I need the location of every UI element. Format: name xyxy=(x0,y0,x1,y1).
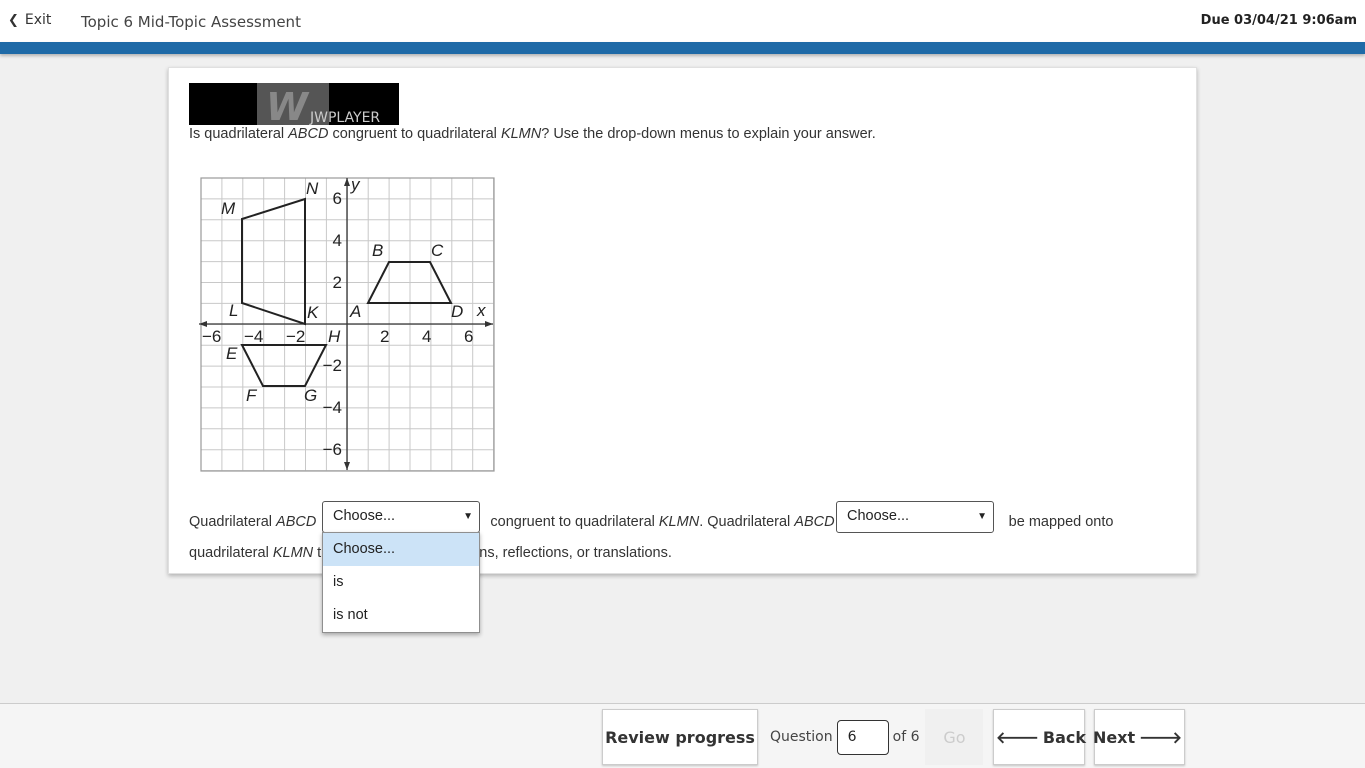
due-date: Due 03/04/21 9:06am xyxy=(1200,13,1357,28)
answer-text: congruent to quadrilateral xyxy=(490,514,659,530)
y-axis-label: y xyxy=(350,176,361,194)
back-label: Back xyxy=(1042,727,1087,747)
page-title: Topic 6 Mid-Topic Assessment xyxy=(81,13,301,31)
select-value: Choose... xyxy=(847,508,910,524)
vertex-label-l: L xyxy=(229,301,238,320)
question-label: Question xyxy=(770,729,833,745)
bottom-nav-bar: Review progress Question 6 of 6 Go 🡐 Bac… xyxy=(0,703,1365,768)
y-tick-label: 6 xyxy=(333,189,342,208)
x-axis-label: x xyxy=(476,301,486,320)
y-tick-label: 2 xyxy=(333,273,342,292)
vertex-label-f: F xyxy=(246,386,258,405)
back-button[interactable]: 🡐 Back xyxy=(993,709,1087,765)
answer-text: be mapped onto xyxy=(1008,514,1114,530)
answer-text: . Quadrilateral xyxy=(699,514,795,530)
vertex-labels: M N L K A B C D E F G xyxy=(221,179,463,405)
question-number-value: 6 xyxy=(847,728,857,745)
x-tick-label: 6 xyxy=(464,327,473,346)
question-total-label: of 6 xyxy=(892,729,920,745)
go-label: Go xyxy=(943,727,966,747)
dropdown-option-is-not[interactable]: is not xyxy=(323,599,479,632)
x-tick-label: −4 xyxy=(244,327,263,346)
review-progress-label: Review progress xyxy=(605,727,755,747)
vertex-label-e: E xyxy=(226,344,238,363)
coordinate-graph: −6 −4 −2 2 4 6 6 4 2 −2 −4 −6 x y H M N … xyxy=(199,176,495,472)
question-shape-klmn: KLMN xyxy=(500,126,542,142)
answer-shape: ABCD xyxy=(794,514,835,530)
review-progress-button[interactable]: Review progress xyxy=(602,709,758,765)
vertex-label-k: K xyxy=(307,303,319,322)
question-navigator: Question 6 of 6 Go xyxy=(758,709,985,765)
x-tick-label: −2 xyxy=(286,327,305,346)
question-part: Is quadrilateral xyxy=(189,126,289,142)
vertex-label-g: G xyxy=(304,386,317,405)
answer-text: t xyxy=(313,545,322,561)
top-bar: ❮ Exit Topic 6 Mid-Topic Assessment Due … xyxy=(0,0,1365,42)
y-axis-up-arrow xyxy=(344,178,350,186)
vertex-label-c: C xyxy=(431,241,444,260)
chevron-left-icon: ❮ xyxy=(8,12,19,28)
question-part: congruent to quadrilateral xyxy=(328,126,501,142)
answer-text: quadrilateral xyxy=(189,545,273,561)
player-logo-icon: W xyxy=(266,85,308,125)
vertex-label-n: N xyxy=(306,179,319,198)
quadrilateral-efg xyxy=(240,344,328,387)
answer-shape: ABCD xyxy=(276,514,317,530)
question-number-input[interactable]: 6 xyxy=(836,719,889,755)
answer-text: ons, reflections, or translations. xyxy=(471,545,672,561)
next-button[interactable]: Next 🡒 xyxy=(1092,709,1185,765)
dropdown-option-is[interactable]: is xyxy=(323,566,479,599)
header-band xyxy=(0,42,1365,54)
exit-label: Exit xyxy=(24,12,52,28)
question-card: W JWPLAYER Is quadrilateral ABCD congrue… xyxy=(168,67,1197,574)
congruence-select[interactable]: Choose... ▼ xyxy=(322,501,480,533)
origin-label: H xyxy=(328,327,341,346)
y-tick-label: 4 xyxy=(333,231,342,250)
player-logo-text: JWPLAYER xyxy=(310,110,381,125)
x-axis-right-arrow xyxy=(485,321,493,327)
y-tick-label: −4 xyxy=(323,398,342,417)
question-shape-abcd: ABCD xyxy=(288,126,329,142)
y-tick-label: −6 xyxy=(323,440,342,459)
answer-text: Quadrilateral xyxy=(189,514,277,530)
chevron-down-icon: ▼ xyxy=(977,511,987,522)
chevron-down-icon: ▼ xyxy=(463,511,473,522)
go-button[interactable]: Go xyxy=(925,709,984,765)
mapping-select[interactable]: Choose... ▼ xyxy=(836,501,994,533)
next-label: Next xyxy=(1092,727,1136,747)
exit-button[interactable]: ❮ Exit xyxy=(8,12,51,28)
vertex-label-d: D xyxy=(451,302,463,321)
vertex-label-a: A xyxy=(349,302,361,321)
vertex-label-b: B xyxy=(372,241,383,260)
vertex-label-m: M xyxy=(221,199,236,218)
answer-shape: KLMN xyxy=(272,545,314,561)
x-tick-label: 4 xyxy=(422,327,431,346)
x-tick-label: 2 xyxy=(380,327,389,346)
congruence-dropdown-list: Choose... is is not xyxy=(322,532,480,633)
question-text: Is quadrilateral ABCD congruent to quadr… xyxy=(189,126,876,142)
select-value: Choose... xyxy=(333,508,396,524)
answer-shape: KLMN xyxy=(658,514,700,530)
question-part: ? Use the drop-down menus to explain you… xyxy=(541,126,876,142)
arrow-right-icon: 🡒 xyxy=(1139,728,1183,747)
arrow-left-icon: 🡐 xyxy=(995,728,1039,747)
x-tick-label: −6 xyxy=(202,327,221,346)
y-tick-label: −2 xyxy=(323,356,342,375)
y-axis-down-arrow xyxy=(344,462,350,470)
dropdown-option-choose[interactable]: Choose... xyxy=(323,533,479,566)
video-player[interactable]: W JWPLAYER xyxy=(189,83,399,125)
